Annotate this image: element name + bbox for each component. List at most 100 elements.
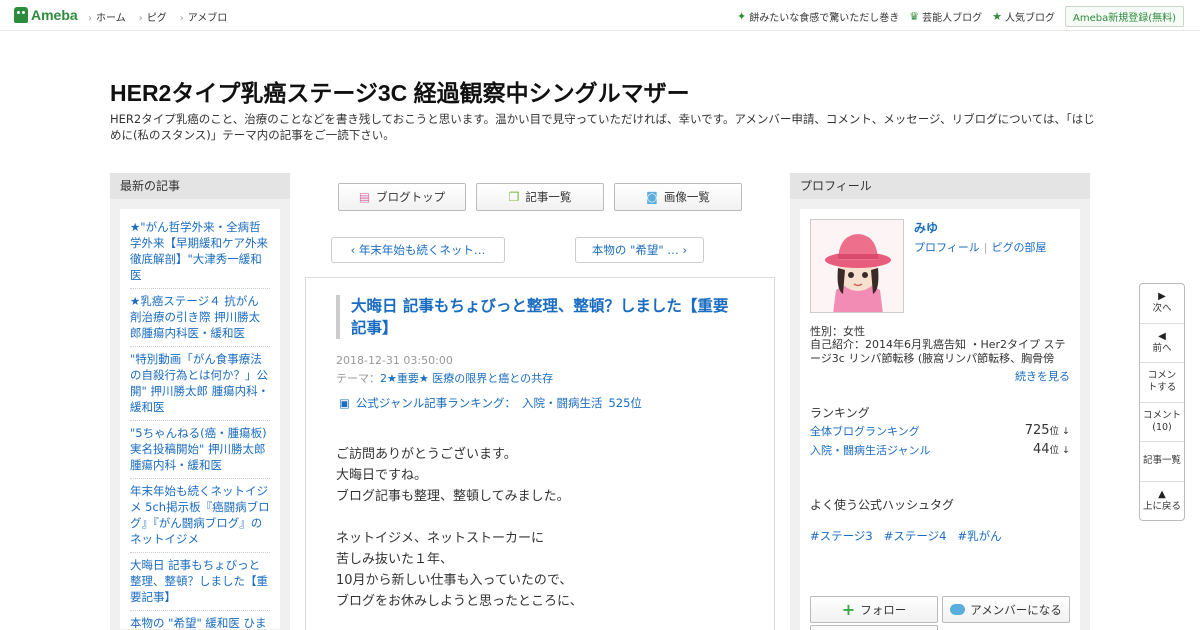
popular-blog-link[interactable]: ★ 人気ブログ — [992, 9, 1055, 24]
recent-articles-heading: 最新の記事 — [110, 173, 290, 199]
article-card: 大晦日 記事もちょびっと整理、整頓？しました【重要記事】 2018-12-31 … — [305, 277, 775, 630]
sparkle-icon: ✦ — [737, 10, 747, 23]
article-list-button[interactable]: ❐ 記事一覧 — [476, 183, 604, 211]
recent-article-link[interactable]: ★"がん哲学外来・全病哲学外来【早期緩和ケア外来徹底解剖】"大津秀一緩和医 — [130, 215, 270, 289]
theme-prefix: テーマ： — [336, 372, 380, 385]
overall-ranking-link[interactable]: 全体ブログランキング — [810, 423, 920, 439]
comment-count-button[interactable]: コメント(10) — [1140, 403, 1184, 442]
ranking-value: 525位 — [608, 396, 642, 410]
next-article-link[interactable]: 本物の "希望" … › — [575, 237, 704, 263]
document-icon: ▤ — [358, 190, 371, 204]
amember-button[interactable]: アメンバーになる — [942, 596, 1070, 623]
logo-text: Ameba — [31, 7, 78, 23]
ranking-genre: 入院・闘病生活 — [521, 396, 603, 410]
overall-rank-number: 725 — [1024, 423, 1050, 438]
genre-rank-unit: 位 ↓ — [1049, 445, 1070, 456]
comment-button[interactable]: コメントする — [1140, 363, 1184, 403]
pigg-room-link[interactable]: ピグの部屋 — [992, 241, 1047, 254]
overall-ranking-value: 725位 ↓ — [1025, 423, 1070, 439]
recent-article-link[interactable]: 大晦日 記事もちょびっと整理、整頓？しました【重要記事】 — [130, 553, 270, 611]
avatar-illustration — [811, 220, 903, 312]
recent-article-link[interactable]: ★乳癌ステージ４ 抗がん剤治療の引き際 押川勝太郎腫瘍内科医・緩和医 — [130, 289, 270, 347]
genre-ranking[interactable]: ▣ 公式ジャンル記事ランキング： 入院・闘病生活 525位 — [339, 395, 642, 411]
body-line: 大晦日ですね。 — [336, 468, 428, 483]
copy-icon: ❐ — [508, 190, 520, 204]
image-list-label: 画像一覧 — [663, 190, 710, 204]
nav-pigg-link[interactable]: ピグ — [139, 9, 167, 24]
hashtag-heading: よく使う公式ハッシュタグ — [810, 498, 955, 512]
hashtag-list: #ステージ3 #ステージ4 #乳がん — [810, 528, 1002, 544]
next-label: 次へ — [1152, 303, 1172, 315]
recent-article-link[interactable]: "特別動画「がん食事療法の自殺行為とは何か？」公開" 押川勝太郎 腫瘍内科・緩和… — [130, 347, 270, 421]
camera-icon: ◙ — [646, 190, 658, 204]
body-line: ご訪問ありがとうございます。 — [336, 447, 517, 462]
top-right-links: ✦ 餅みたいな食感で驚いただし巻き ♛ 芸能人ブログ ★ 人気ブログ Ameba… — [737, 6, 1184, 27]
read-more-link[interactable]: 続きを見る — [1015, 368, 1070, 384]
link-separator: | — [983, 241, 988, 254]
plus-icon: + — [841, 600, 856, 619]
body-line: 苦しみ抜いた１年、 — [336, 552, 454, 567]
back-to-top-label: 上に戻る — [1142, 501, 1181, 513]
body-line: ブログをお休みしようと思ったところに、 — [336, 594, 583, 609]
prev-button[interactable]: ◀ 前へ — [1140, 324, 1184, 363]
prev-article-link[interactable]: ‹ 年末年始も続くネット… — [331, 237, 505, 263]
top-bar: Ameba ホーム ピグ アメブロ ✦ 餅みたいな食感で驚いただし巻き ♛ 芸能… — [0, 0, 1200, 31]
follow-label: フォロー — [860, 602, 907, 617]
triangle-right-icon: ▶ — [1158, 291, 1166, 303]
blog-title[interactable]: HER2タイプ乳癌ステージ3C 経過観察中シングルマザー — [110, 74, 690, 108]
floating-nav: ▶ 次へ ◀ 前へ コメントする コメント(10) 記事一覧 ▲ 上に戻る — [1139, 283, 1185, 521]
recent-article-link[interactable]: 年末年始も続くネットイジメ 5ch掲示板『癌闘病ブログ』『がん闘病ブログ』のネッ… — [130, 479, 270, 553]
image-list-button[interactable]: ◙ 画像一覧 — [614, 183, 742, 211]
featured-topic-link[interactable]: ✦ 餅みたいな食感で驚いただし巻き — [737, 9, 899, 24]
recent-article-link[interactable]: 本物の "希望" 緩和医 ひまわり先生 【再掲】 — [130, 611, 270, 629]
ranking-prefix: 公式ジャンル記事ランキング： — [355, 396, 516, 410]
recent-article-link[interactable]: "5ちゃんねる(癌・腫瘍板)実名投稿開始" 押川勝太郎腫瘍内科・緩和医 — [130, 421, 270, 479]
avatar[interactable] — [810, 219, 904, 313]
theme-link[interactable]: 2★重要★ 医療の限界と癌との共存 — [380, 372, 553, 385]
article-list-side-button[interactable]: 記事一覧 — [1140, 442, 1184, 482]
profile-link[interactable]: プロフィール — [914, 241, 980, 254]
featured-topic-label: 餅みたいな食感で驚いただし巻き — [749, 13, 900, 24]
nav-ameblo-link[interactable]: アメブロ — [180, 9, 228, 24]
hashtag-link[interactable]: #ステージ3 — [810, 528, 873, 544]
signup-button[interactable]: Ameba新規登録(無料) — [1064, 6, 1184, 27]
article-list-label: 記事一覧 — [525, 190, 572, 204]
profile-intro: 自己紹介：2014年6月乳癌告知 ・Her2タイプ ステージ3c リンパ節転移 … — [810, 338, 1066, 365]
partial-button[interactable] — [810, 625, 938, 630]
genre-rank-number: 44 — [1032, 442, 1050, 457]
article-body: ご訪問ありがとうございます。 大晦日ですね。 ブログ記事も整理、整頓してみました… — [336, 444, 746, 612]
comment-count-label: コメント(10) — [1143, 409, 1182, 433]
prev-label: 前へ — [1152, 342, 1172, 354]
popular-blog-label: 人気ブログ — [1004, 13, 1055, 24]
article-theme: テーマ：2★重要★ 医療の限界と癌との共存 — [336, 370, 553, 386]
body-line: ブログ記事も整理、整頓してみました。 — [336, 489, 570, 504]
article-list-side-label: 記事一覧 — [1142, 455, 1181, 467]
amember-label: アメンバーになる — [970, 602, 1062, 617]
overall-ranking-row: 全体ブログランキング 725位 ↓ — [810, 423, 1070, 439]
nav-home-link[interactable]: ホーム — [88, 9, 126, 24]
ameba-logo[interactable]: Ameba — [14, 7, 78, 23]
genre-ranking-link[interactable]: 入院・闘病生活ジャンル — [810, 442, 930, 458]
triangle-left-icon: ◀ — [1158, 330, 1166, 342]
profile-box: みゆ プロフィール | ピグの部屋 性別：女性 自己紹介：2014年6月乳癌告知 ・… — [800, 209, 1080, 630]
profile-links: プロフィール | ピグの部屋 — [914, 239, 1047, 255]
profile-name[interactable]: みゆ — [914, 219, 938, 236]
follow-button[interactable]: + フォロー — [810, 596, 938, 623]
genre-ranking-row: 入院・闘病生活ジャンル 44位 ↓ — [810, 442, 1070, 458]
star-icon: ★ — [992, 10, 1002, 23]
recent-articles-panel: 最新の記事 ★"がん哲学外来・全病哲学外来【早期緩和ケア外来徹底解剖】"大津秀一… — [110, 173, 290, 630]
triangle-up-icon: ▲ — [1158, 489, 1166, 501]
celebrity-blog-link[interactable]: ♛ 芸能人ブログ — [909, 9, 982, 24]
article-title[interactable]: 大晦日 記事もちょびっと整理、整頓？しました【重要記事】 — [336, 295, 741, 339]
back-to-top-button[interactable]: ▲ 上に戻る — [1140, 482, 1184, 522]
overall-rank-unit: 位 ↓ — [1049, 426, 1070, 437]
genre-ranking-value: 44位 ↓ — [1033, 442, 1070, 458]
profile-panel: プロフィール みゆ プロフィール | ピグの部屋 性別：女性 自己紹介：2014年6… — [790, 173, 1090, 630]
chat-bubble-icon — [950, 604, 966, 615]
blog-top-button[interactable]: ▤ ブログトップ — [338, 183, 466, 211]
celebrity-blog-label: 芸能人ブログ — [922, 13, 983, 24]
next-button[interactable]: ▶ 次へ — [1140, 284, 1184, 324]
hashtag-link[interactable]: #ステージ4 — [884, 528, 947, 544]
body-line: 10月から新しい仕事も入っていたので、 — [336, 573, 573, 588]
hashtag-link[interactable]: #乳がん — [957, 528, 1001, 544]
